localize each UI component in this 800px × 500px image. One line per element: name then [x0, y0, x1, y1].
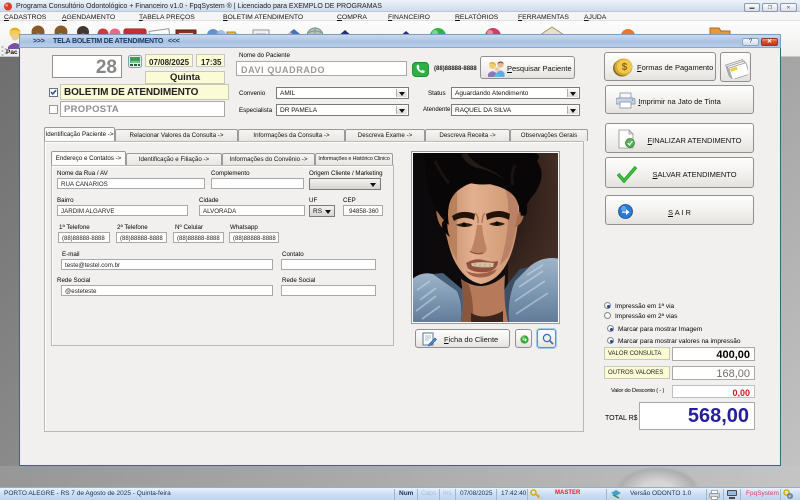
svg-text:$: $ [622, 62, 628, 73]
